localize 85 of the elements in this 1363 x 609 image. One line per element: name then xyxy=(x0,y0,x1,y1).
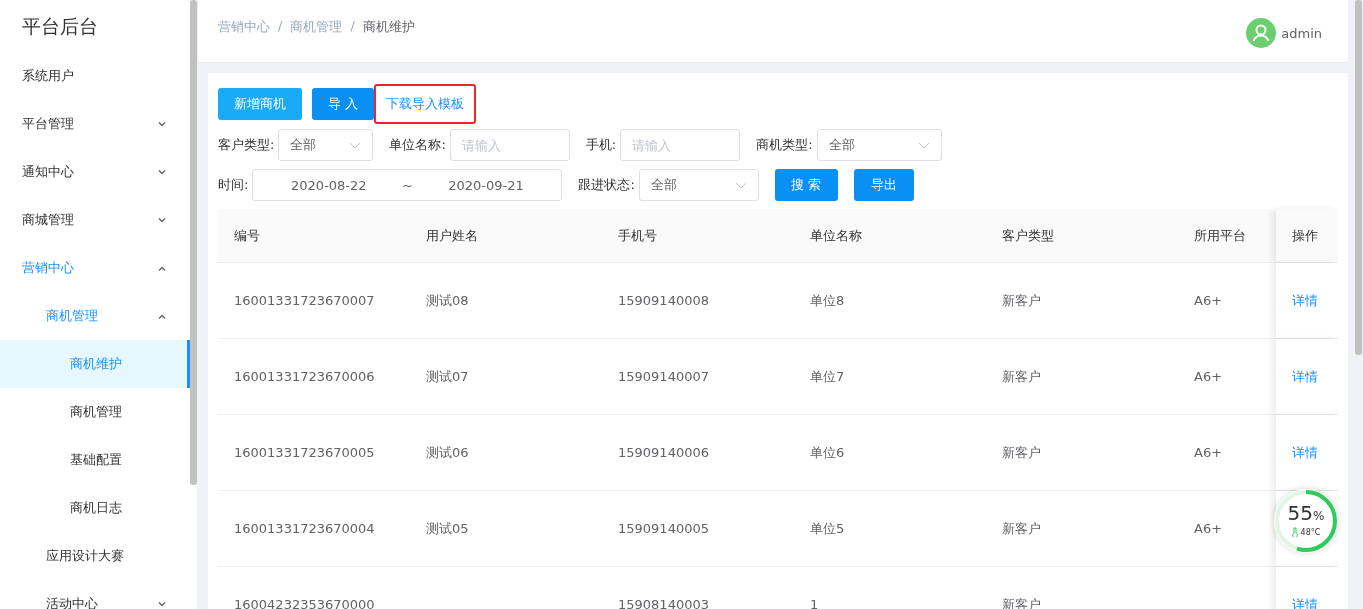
chevron-up-icon xyxy=(158,313,166,319)
filter-label: 单位名称: xyxy=(389,136,446,154)
app-title: 平台后台 xyxy=(21,14,99,39)
table-cell: 16001331723670005 xyxy=(234,445,375,460)
filter-label: 手机: xyxy=(585,136,617,154)
table-cell: 1 xyxy=(810,597,819,609)
sidebar-item[interactable]: 商机管理 xyxy=(0,388,190,436)
table-cell: A6+ xyxy=(1194,445,1223,460)
filter-label: 跟进状态: xyxy=(578,176,635,194)
column-header: 所用平台 xyxy=(1193,226,1247,245)
filter-button[interactable]: 导出 xyxy=(853,169,914,201)
table-cell: 测试07 xyxy=(426,367,469,386)
breadcrumb-separator: / xyxy=(278,18,283,35)
table-cell: 15909140005 xyxy=(618,521,709,536)
column-header: 客户类型 xyxy=(1001,226,1055,245)
chevron-down-icon xyxy=(158,169,166,175)
select-field[interactable]: 全部 xyxy=(278,129,374,161)
sidebar-item[interactable]: 平台管理 xyxy=(0,100,190,148)
table-cell: 测试05 xyxy=(426,519,469,538)
table-cell: 15909140008 xyxy=(618,293,709,308)
temperature-reading: 48°C xyxy=(1300,527,1321,537)
scrollbar[interactable] xyxy=(1355,0,1362,355)
chevron-down-icon xyxy=(158,601,166,607)
table-cell: 15909140007 xyxy=(618,369,709,384)
sidebar-item[interactable]: 商机日志 xyxy=(0,484,190,532)
sidebar-item[interactable]: 系统用户 xyxy=(0,52,190,100)
select-field[interactable]: 全部 xyxy=(816,129,942,161)
table-cell: 测试08 xyxy=(426,291,469,310)
table-cell: 16001331723670004 xyxy=(234,521,375,536)
details-link[interactable]: 详情 xyxy=(1292,443,1318,462)
column-header: 用户姓名 xyxy=(425,226,479,245)
table-cell: 新客户 xyxy=(1002,291,1041,310)
input-field[interactable]: 请输入 xyxy=(620,129,741,161)
table-cell: 新客户 xyxy=(1002,367,1041,386)
chevron-down-icon xyxy=(158,121,166,127)
table-cell: A6+ xyxy=(1194,521,1223,536)
table-cell: 测试06 xyxy=(426,443,469,462)
column-header: 单位名称 xyxy=(809,226,863,245)
user-name[interactable]: admin xyxy=(1281,25,1322,41)
column-header: 手机号 xyxy=(617,226,658,245)
download-template-link[interactable]: 下载导入模板 xyxy=(374,84,477,124)
date-range-field[interactable]: 2020-08-22 ~ 2020-09-21 xyxy=(252,169,563,201)
select-field[interactable]: 全部 xyxy=(638,169,759,201)
thermometer-icon xyxy=(1291,527,1298,537)
table-cell: 15908140003 xyxy=(618,597,709,609)
table-cell: A6+ xyxy=(1194,369,1223,384)
table-cell: 单位8 xyxy=(810,291,845,310)
chevron-down-icon xyxy=(734,181,747,189)
sidebar-item[interactable]: 商城管理 xyxy=(0,196,190,244)
table-cell: 单位7 xyxy=(810,367,845,386)
chevron-down-icon xyxy=(158,217,166,223)
table-cell: 16001331723670006 xyxy=(234,369,375,384)
table-cell: 新客户 xyxy=(1002,443,1041,462)
column-header: 编号 xyxy=(233,226,261,245)
chevron-up-icon xyxy=(158,265,166,271)
table-cell: A6+ xyxy=(1194,293,1223,308)
column-header: 操作 xyxy=(1276,209,1338,262)
table-cell: 15909140006 xyxy=(618,445,709,460)
sidebar-item[interactable]: 营销中心 xyxy=(0,244,190,292)
toolbar-button[interactable]: 导 入 xyxy=(312,88,375,120)
breadcrumb-separator: / xyxy=(350,18,355,35)
table-cell: 16001331723670007 xyxy=(234,293,375,308)
sidebar-item[interactable]: 活动中心 xyxy=(0,580,190,609)
filter-label: 时间: xyxy=(218,176,249,194)
filter-label: 商机类型: xyxy=(756,136,813,154)
avatar-icon[interactable] xyxy=(1246,18,1277,48)
gauge-value: 55 xyxy=(1287,501,1313,525)
scrollbar[interactable] xyxy=(190,0,197,485)
sidebar-item[interactable]: 通知中心 xyxy=(0,148,190,196)
gauge-unit: % xyxy=(1313,509,1325,523)
breadcrumb-item[interactable]: 商机维护 xyxy=(362,18,415,36)
table-cell: 单位6 xyxy=(810,443,845,462)
sidebar-item[interactable]: 基础配置 xyxy=(0,436,190,484)
table-cell: 16004232353670000 xyxy=(234,597,375,609)
details-link[interactable]: 详情 xyxy=(1292,367,1318,386)
details-link[interactable]: 详情 xyxy=(1292,291,1318,310)
filter-label: 客户类型: xyxy=(218,136,275,154)
sidebar-item[interactable]: 商机管理 xyxy=(0,292,190,340)
table-cell: 新客户 xyxy=(1002,519,1041,538)
table-cell: 单位5 xyxy=(810,519,845,538)
chevron-down-icon xyxy=(349,141,362,149)
filter-button[interactable]: 搜 索 xyxy=(774,169,838,201)
input-field[interactable]: 请输入 xyxy=(449,129,570,161)
sidebar-item[interactable]: 应用设计大赛 xyxy=(0,532,190,580)
chevron-down-icon xyxy=(917,141,930,149)
